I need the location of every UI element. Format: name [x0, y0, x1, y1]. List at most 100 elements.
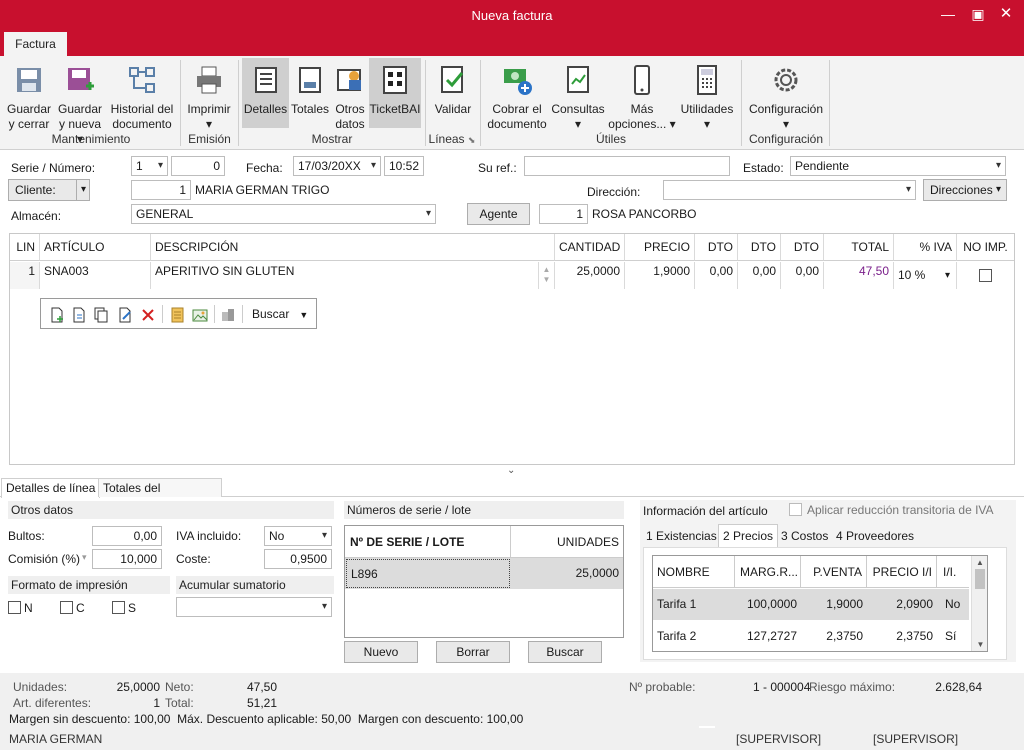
cell-noimp[interactable]	[957, 262, 1014, 289]
tab-proveedores[interactable]: 4 Proveedores	[833, 526, 917, 547]
cell-unidades[interactable]: 25,0000	[511, 558, 623, 589]
consultas-button[interactable]: Consultas ▾	[551, 58, 605, 131]
close-icon[interactable]: ✕	[996, 5, 1016, 25]
estado-select[interactable]: Pendiente	[790, 156, 1006, 176]
column-header[interactable]: I/I.	[937, 556, 969, 588]
iva-incluido-select[interactable]: No	[264, 526, 332, 546]
column-header[interactable]: DTO 1	[695, 234, 738, 281]
buscar-button[interactable]: Buscar	[528, 641, 602, 663]
splitter-chevron-icon[interactable]: ⌄	[507, 465, 515, 476]
formato-c-checkbox[interactable]	[60, 601, 73, 614]
configuracion-button[interactable]: Configuración ▾	[746, 58, 826, 131]
column-header[interactable]: CANTIDAD	[555, 234, 625, 261]
minimize-icon[interactable]: —	[938, 5, 958, 25]
cobrar-documento-button[interactable]: Cobrar el documento	[486, 58, 548, 131]
fecha-picker[interactable]: 17/03/20XX	[293, 156, 381, 176]
column-header[interactable]: LIN	[10, 234, 40, 261]
no-imp-checkbox[interactable]	[979, 269, 992, 282]
table-row[interactable]: L896 25,0000	[345, 558, 623, 589]
column-header[interactable]: TOTAL	[824, 234, 894, 261]
coste-field[interactable]: 0,9500	[264, 549, 332, 569]
guardar-nueva-button[interactable]: Guardar y nueva ▾	[55, 58, 105, 146]
tab-existencias[interactable]: 1 Existencias	[643, 526, 720, 547]
tab-precios[interactable]: 2 Precios	[718, 524, 779, 547]
column-header[interactable]: P.VENTA	[801, 556, 867, 588]
delete-line-icon[interactable]	[140, 307, 156, 323]
cell-descripcion[interactable]: APERITIVO SIN GLUTEN	[151, 262, 539, 289]
column-header[interactable]: ARTÍCULO	[40, 234, 151, 261]
imprimir-button[interactable]: Imprimir ▾	[185, 58, 233, 131]
notes-icon[interactable]	[169, 307, 185, 323]
buscar-dropdown[interactable]: Buscar ▼	[252, 307, 308, 321]
table-row[interactable]: Tarifa 1 100,0000 1,9000 2,0900 No	[653, 589, 969, 620]
cell-articulo[interactable]: SNA003	[40, 262, 151, 289]
serie-select[interactable]: 1	[131, 156, 168, 176]
reduccion-iva-checkbox[interactable]	[789, 503, 802, 516]
detalles-button[interactable]: Detalles	[242, 58, 289, 128]
acumular-select[interactable]	[176, 597, 332, 617]
validar-button[interactable]: Validar	[431, 58, 475, 130]
cell-iva[interactable]: 10 % ▾	[894, 262, 957, 289]
tab-factura[interactable]: Factura	[4, 32, 67, 56]
copy-line-icon[interactable]	[93, 307, 109, 323]
agente-button[interactable]: Agente	[467, 203, 530, 225]
vertical-scrollbar[interactable]: ▲ ▼	[971, 556, 987, 651]
cell-dto3[interactable]: 0,00	[781, 262, 824, 289]
cliente-code-field[interactable]: 1	[131, 180, 191, 200]
column-header[interactable]: NO IMP.	[957, 234, 1014, 261]
totales-button[interactable]: Totales	[290, 58, 330, 128]
dialog-launcher-icon[interactable]: ⬊	[468, 135, 476, 145]
cliente-dropdown-button[interactable]: Cliente: ▾	[8, 179, 90, 201]
numero-field[interactable]: 0	[171, 156, 225, 176]
agente-code-field[interactable]: 1	[539, 204, 588, 224]
column-header[interactable]: NOMBRE	[653, 556, 735, 588]
scroll-down-icon[interactable]: ▼	[539, 275, 554, 285]
ticketbai-button[interactable]: TicketBAI	[369, 58, 421, 128]
scroll-up-icon[interactable]: ▲	[539, 265, 554, 275]
column-header[interactable]: MARG.R...	[735, 556, 801, 588]
edit-line-icon[interactable]	[117, 307, 133, 323]
suref-field[interactable]	[524, 156, 730, 176]
new-line-icon[interactable]	[49, 307, 65, 323]
tab-totales-documento[interactable]: Totales del documento	[98, 478, 222, 513]
column-header[interactable]: UNIDADES	[511, 526, 623, 558]
cell-serie[interactable]: L896	[346, 559, 510, 588]
formato-n-checkbox[interactable]	[8, 601, 21, 614]
column-header[interactable]: Nº DE SERIE / LOTE	[345, 526, 511, 558]
utilidades-button[interactable]: Utilidades ▾	[679, 58, 735, 131]
image-icon[interactable]	[192, 307, 208, 323]
bultos-field[interactable]: 0,00	[92, 526, 162, 546]
tab-costos[interactable]: 3 Costos	[778, 526, 831, 547]
historial-documento-button[interactable]: Historial del documento	[108, 58, 176, 131]
guardar-cerrar-button[interactable]: Guardar y cerrar	[6, 58, 52, 131]
tab-detalles-linea[interactable]: Detalles de línea	[1, 478, 101, 498]
nuevo-button[interactable]: Nuevo	[344, 641, 418, 663]
borrar-button[interactable]: Borrar	[436, 641, 510, 663]
hora-field[interactable]: 10:52	[384, 156, 424, 176]
cell-dto2[interactable]: 0,00	[738, 262, 781, 289]
insert-line-icon[interactable]	[71, 307, 87, 323]
direcciones-button[interactable]: Direcciones ▾	[923, 179, 1007, 201]
comision-field[interactable]: 10,000	[92, 549, 162, 569]
scroll-up-icon[interactable]: ▲	[972, 558, 987, 567]
cell-cantidad[interactable]: 25,0000	[555, 262, 625, 289]
column-header[interactable]: PRECIO I/I	[867, 556, 937, 588]
otros-datos-button[interactable]: Otros datos	[332, 58, 368, 131]
cell-dto1[interactable]: 0,00	[695, 262, 738, 289]
comision-spinner-icon[interactable]: ▾	[82, 552, 87, 563]
column-header[interactable]: PRECIO	[625, 234, 695, 261]
mas-opciones-button[interactable]: Más opciones... ▾	[608, 58, 676, 131]
formato-s-checkbox[interactable]	[112, 601, 125, 614]
column-header[interactable]: DESCRIPCIÓN	[151, 234, 555, 261]
scroll-down-icon[interactable]: ▼	[972, 640, 987, 649]
direccion-select[interactable]	[663, 180, 916, 200]
maximize-icon[interactable]: ▣	[968, 5, 988, 25]
almacen-select[interactable]: GENERAL	[131, 204, 436, 224]
column-header[interactable]: DTO 3	[781, 234, 824, 281]
scroll-thumb[interactable]	[975, 569, 985, 589]
chevron-down-icon[interactable]: ▾	[945, 262, 950, 289]
description-scroll[interactable]: ▲ ▼	[539, 262, 555, 289]
table-row[interactable]: Tarifa 2 127,2727 2,3750 2,3750 Sí	[653, 621, 969, 651]
column-header[interactable]: % IVA	[894, 234, 957, 261]
cell-precio[interactable]: 1,9000	[625, 262, 695, 289]
